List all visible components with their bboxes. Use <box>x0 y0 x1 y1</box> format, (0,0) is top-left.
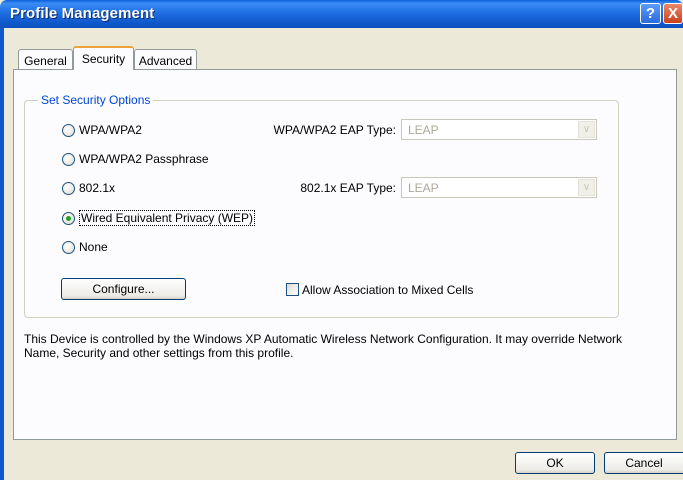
radio-wpa-wpa2[interactable]: WPA/WPA2 <box>62 122 142 138</box>
wpa-eap-type-label: WPA/WPA2 EAP Type: <box>273 123 397 137</box>
tab-general[interactable]: General <box>18 49 73 69</box>
mixed-cells-label: Allow Association to Mixed Cells <box>302 283 474 297</box>
radio-label: WPA/WPA2 Passphrase <box>79 152 209 166</box>
radio-802-1x[interactable]: 802.1x <box>62 180 115 196</box>
group-title: Set Security Options <box>38 93 154 107</box>
configure-button[interactable]: Configure... <box>61 278 186 300</box>
tab-security[interactable]: Security <box>73 46 134 70</box>
close-button[interactable]: X <box>663 3 683 24</box>
radio-wep[interactable]: Wired Equivalent Privacy (WEP) <box>62 210 256 226</box>
radio-wpa-passphrase[interactable]: WPA/WPA2 Passphrase <box>62 151 209 167</box>
radio-button-icon[interactable] <box>62 152 75 166</box>
tab-label: General <box>24 54 67 68</box>
title-bar[interactable]: Profile Management ? X <box>0 0 683 28</box>
radio-button-icon[interactable] <box>62 240 75 254</box>
dot1x-eap-type-label: 802.1x EAP Type: <box>300 181 396 195</box>
radio-button-selected-icon[interactable] <box>62 211 75 225</box>
chevron-down-icon: ∨ <box>578 179 595 196</box>
radio-button-icon[interactable] <box>62 123 75 137</box>
tab-label: Advanced <box>138 54 193 68</box>
window-frame-left <box>0 28 4 480</box>
ok-button[interactable]: OK <box>515 452 595 474</box>
combo-value: LEAP <box>408 181 439 195</box>
tab-label: Security <box>81 52 126 66</box>
info-text: This Device is controlled by the Windows… <box>24 332 623 360</box>
radio-label: None <box>79 240 108 254</box>
mixed-cells-checkbox[interactable] <box>286 283 299 296</box>
radio-label: 802.1x <box>79 181 116 195</box>
combo-value: LEAP <box>408 123 439 137</box>
radio-label: Wired Equivalent Privacy (WEP) <box>79 210 256 226</box>
wpa-eap-type-select: LEAP ∨ <box>401 119 597 140</box>
radio-none[interactable]: None <box>62 239 108 255</box>
help-icon: ? <box>645 5 656 22</box>
cancel-button[interactable]: Cancel <box>604 452 683 474</box>
tab-advanced[interactable]: Advanced <box>134 49 197 69</box>
close-icon: X <box>667 5 678 22</box>
help-button[interactable]: ? <box>640 3 661 24</box>
radio-button-icon[interactable] <box>62 181 75 195</box>
window-title: Profile Management <box>10 5 155 22</box>
dot1x-eap-type-select: LEAP ∨ <box>401 177 597 198</box>
chevron-down-icon: ∨ <box>578 121 595 138</box>
radio-label: WPA/WPA2 <box>79 123 142 137</box>
